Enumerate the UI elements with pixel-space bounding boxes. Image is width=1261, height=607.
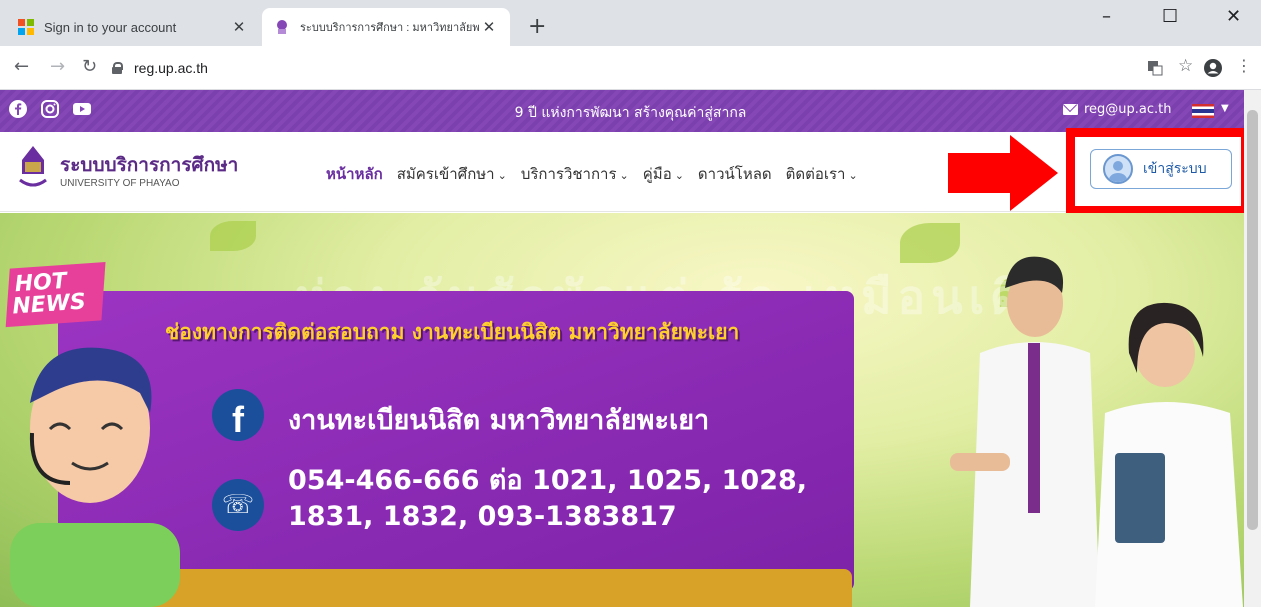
address-bar[interactable]: reg.up.ac.th bbox=[112, 54, 1182, 82]
close-window-button[interactable]: ✕ bbox=[1226, 6, 1241, 27]
reload-icon[interactable]: ↻ bbox=[82, 56, 97, 77]
facebook-page-name: งานทะเบียนนิสิต มหาวิทยาลัยพะเยา bbox=[288, 405, 710, 436]
back-arrow-icon[interactable]: ← bbox=[14, 56, 29, 77]
facebook-icon: f bbox=[212, 389, 264, 441]
minimize-button[interactable]: – bbox=[1102, 6, 1111, 27]
nav-academic-services[interactable]: บริการวิชาการ ⌄ bbox=[521, 162, 629, 186]
mail-icon bbox=[1063, 104, 1078, 115]
nav-download[interactable]: ดาวน์โหลด bbox=[698, 162, 772, 186]
thai-flag-icon[interactable] bbox=[1192, 104, 1214, 118]
chevron-down-icon: ⌄ bbox=[674, 169, 684, 182]
chevron-down-icon: ⌄ bbox=[848, 169, 858, 182]
male-student-illustration bbox=[950, 256, 1100, 607]
nav-admission[interactable]: สมัครเข้าศึกษา ⌄ bbox=[397, 162, 507, 186]
chevron-down-icon: ⌄ bbox=[497, 169, 507, 182]
red-arrow-icon bbox=[948, 135, 1058, 211]
tab-title: ระบบบริการการศึกษา : มหาวิทยาลัยพะ bbox=[300, 22, 480, 34]
phone-icon: ☏ bbox=[212, 479, 264, 531]
call-center-illustration bbox=[10, 347, 180, 607]
lock-icon bbox=[112, 62, 123, 74]
female-student-illustration bbox=[1095, 302, 1243, 607]
nav-contact[interactable]: ติดต่อเรา ⌄ bbox=[786, 162, 858, 186]
nav-home[interactable]: หน้าหลัก bbox=[326, 162, 383, 186]
phone-numbers: 054-466-666 ต่อ 1021, 1025, 1028, 1831, … bbox=[288, 465, 808, 532]
profile-icon[interactable] bbox=[1203, 58, 1223, 78]
nav-manual[interactable]: คู่มือ ⌄ bbox=[643, 162, 684, 186]
forward-arrow-icon[interactable]: → bbox=[50, 56, 65, 77]
tab-sign-in[interactable]: Sign in to your account ✕ bbox=[6, 8, 260, 46]
decorative-leaf bbox=[210, 221, 256, 251]
microsoft-logo-icon bbox=[18, 19, 34, 35]
scrollbar-thumb[interactable] bbox=[1247, 110, 1258, 530]
main-nav: หน้าหลัก สมัครเข้าศึกษา ⌄ บริการวิชาการ ⌄ … bbox=[326, 162, 872, 186]
hero-banner[interactable]: ห่าง กันสักพักแต่ รัก เหมือนเดิม HOT NEW… bbox=[0, 213, 1261, 607]
menu-kebab-icon[interactable]: ⋮ bbox=[1236, 56, 1252, 75]
top-info-bar: 9 ปี แห่งการพัฒนา สร้างคุณค่าสู่สากล reg… bbox=[0, 90, 1261, 132]
close-tab-icon[interactable]: ✕ bbox=[230, 18, 248, 36]
browser-tab-strip: Sign in to your account ✕ ระบบบริการการศ… bbox=[0, 0, 1261, 46]
email-text: reg@up.ac.th bbox=[1084, 102, 1172, 117]
maximize-button[interactable]: ☐ bbox=[1162, 6, 1178, 27]
url-text: reg.up.ac.th bbox=[134, 60, 208, 76]
university-favicon-icon bbox=[277, 20, 287, 34]
highlight-box bbox=[1066, 128, 1250, 215]
chevron-down-icon[interactable]: ▼ bbox=[1221, 103, 1229, 114]
tab-reg-up[interactable]: ระบบบริการการศึกษา : มหาวิทยาลัยพะ ✕ bbox=[262, 8, 510, 46]
chevron-down-icon: ⌄ bbox=[619, 169, 629, 182]
hot-news-badge: HOT NEWS bbox=[5, 261, 121, 339]
banner-heading: ช่องทางการติดต่อสอบถาม งานทะเบียนนิสิต ม… bbox=[165, 320, 740, 344]
bookmark-star-icon[interactable]: ☆ bbox=[1178, 56, 1193, 76]
tab-title: Sign in to your account bbox=[44, 19, 177, 35]
contact-email[interactable]: reg@up.ac.th bbox=[1063, 102, 1172, 117]
university-logo[interactable] bbox=[18, 144, 48, 190]
close-tab-icon[interactable]: ✕ bbox=[480, 18, 498, 36]
translate-icon[interactable] bbox=[1147, 60, 1163, 76]
new-tab-button[interactable]: + bbox=[528, 14, 546, 39]
brand-subtitle: UNIVERSITY OF PHAYAO bbox=[60, 178, 180, 189]
browser-toolbar: ← → ↻ reg.up.ac.th ☆ ⋮ bbox=[0, 46, 1261, 90]
brand-title: ระบบบริการการศึกษา bbox=[60, 154, 239, 176]
